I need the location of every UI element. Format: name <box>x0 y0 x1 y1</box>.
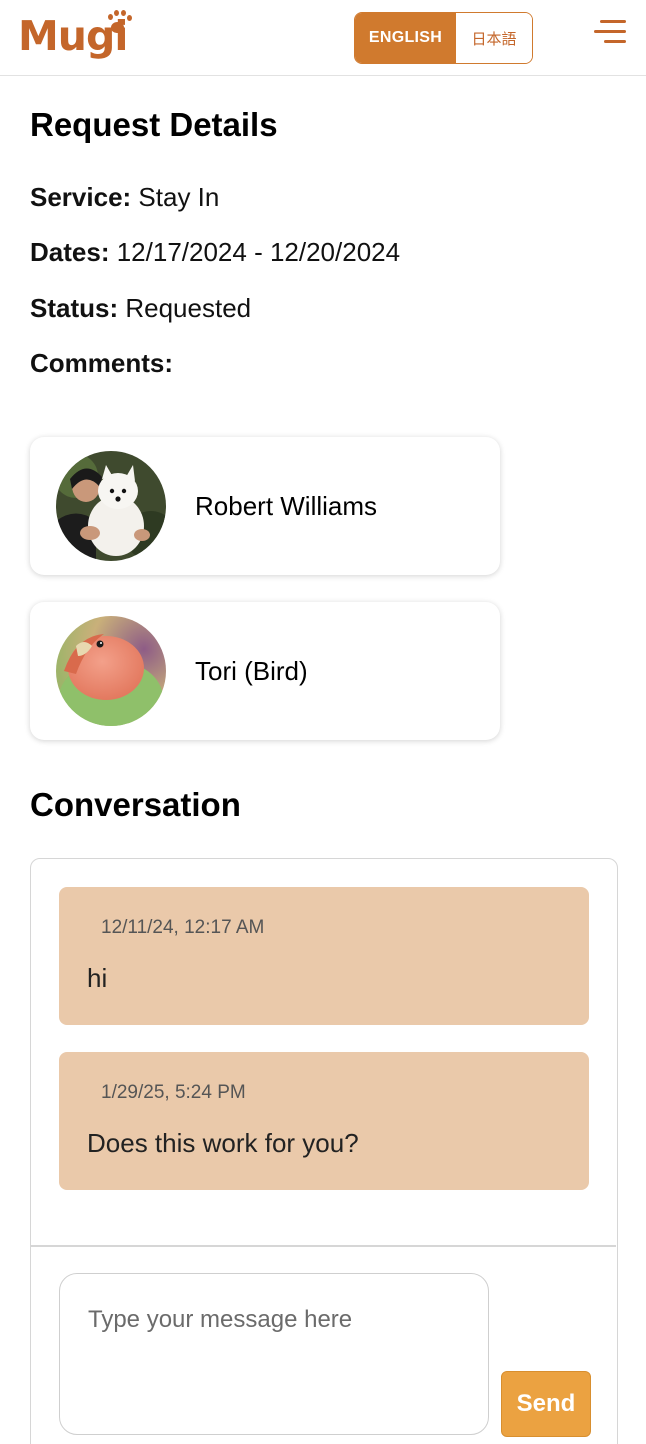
service-label: Service: <box>30 182 132 212</box>
lovebird-image <box>56 616 166 726</box>
comments-label: Comments: <box>30 348 174 378</box>
pet-avatar <box>56 616 166 726</box>
service-row: Service: Stay In <box>30 182 219 213</box>
owner-with-dog-image <box>56 451 166 561</box>
menu-line <box>594 30 626 33</box>
status-row: Status: Requested <box>30 293 251 324</box>
status-value: Requested <box>125 293 252 323</box>
paw-toe <box>121 10 126 16</box>
comments-row: Comments: <box>30 348 173 379</box>
logo-text: Mugi <box>18 12 128 60</box>
dates-label: Dates: <box>30 237 110 267</box>
message-input[interactable] <box>59 1273 489 1435</box>
composer-divider <box>31 1245 616 1247</box>
message-timestamp: 12/11/24, 12:17 AM <box>101 917 265 938</box>
paw-toe <box>114 10 119 16</box>
message-text: hi <box>87 963 108 993</box>
owner-avatar <box>56 451 166 561</box>
message-bubble: 1/29/25, 5:24 PM Does this work for you? <box>59 1052 589 1190</box>
top-bar: Mugi ENGLISH 日本語 <box>0 0 646 76</box>
owner-card[interactable]: Robert Williams <box>30 437 500 575</box>
paw-icon <box>111 22 124 33</box>
paw-toe <box>108 14 113 20</box>
paw-toe <box>127 15 132 21</box>
lang-japanese-button[interactable]: 日本語 <box>456 13 532 63</box>
conversation-title: Conversation <box>30 786 241 823</box>
service-value: Stay In <box>138 182 220 212</box>
message-timestamp: 1/29/25, 5:24 PM <box>101 1082 246 1103</box>
send-button[interactable]: Send <box>501 1371 591 1437</box>
request-details-title: Request Details <box>30 106 278 143</box>
owner-name: Robert Williams <box>195 490 378 521</box>
menu-line <box>604 40 626 43</box>
pet-card[interactable]: Tori (Bird) <box>30 602 500 740</box>
dates-value: 12/17/2024 - 12/20/2024 <box>116 237 401 267</box>
hamburger-menu-icon[interactable] <box>592 18 626 46</box>
menu-line <box>600 20 626 23</box>
pet-name: Tori (Bird) <box>195 655 308 686</box>
message-text: Does this work for you? <box>87 1128 359 1158</box>
lang-english-button[interactable]: ENGLISH <box>355 13 456 63</box>
language-toggle: ENGLISH 日本語 <box>354 12 533 64</box>
conversation-panel: 12/11/24, 12:17 AM hi 1/29/25, 5:24 PM D… <box>30 858 618 1444</box>
mugi-logo[interactable]: Mugi <box>18 8 134 68</box>
dates-row: Dates: 12/17/2024 - 12/20/2024 <box>30 237 400 268</box>
message-bubble: 12/11/24, 12:17 AM hi <box>59 887 589 1025</box>
status-label: Status: <box>30 293 119 323</box>
